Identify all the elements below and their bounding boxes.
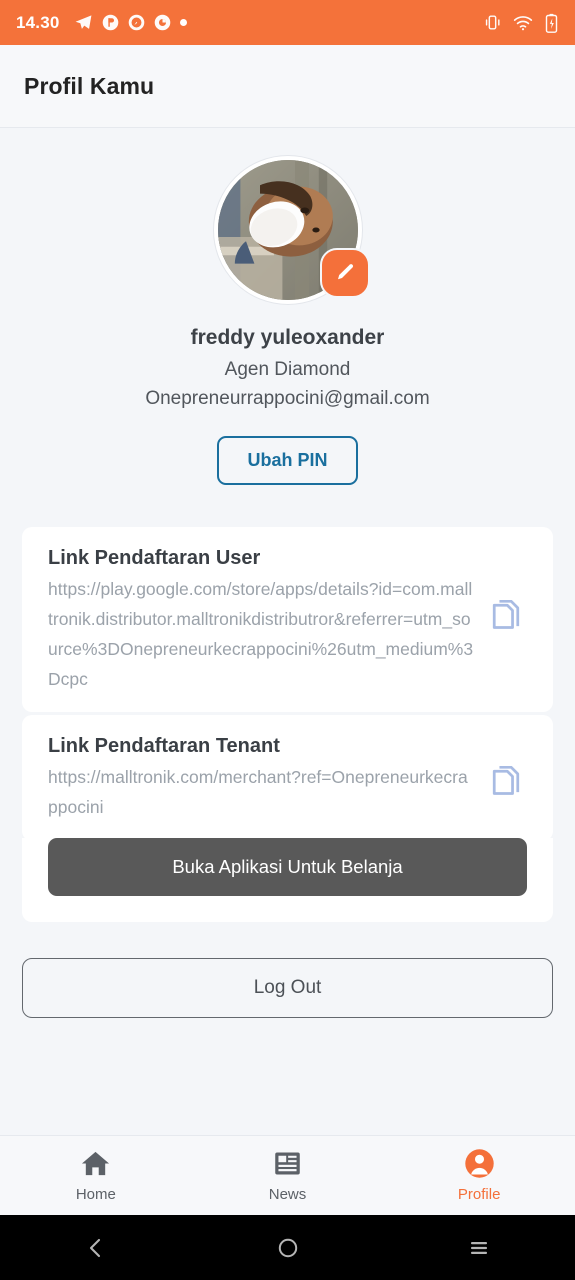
copy-icon [492,600,520,629]
profile-role: Agen Diamond [224,359,351,380]
recents-menu-icon [471,1241,488,1254]
vibrate-icon [483,13,502,32]
status-bar-notification-icons [74,13,483,32]
links-card-group: Link Pendaftaran User https://play.googl… [22,527,553,922]
home-icon [82,1151,110,1176]
profile-email: Onepreneurrappocini@gmail.com [145,388,430,409]
tenant-link-url: https://malltronik.com/merchant?ref=Onep… [48,767,468,818]
back-chevron-icon [89,1238,100,1257]
android-navigation-bar [0,1215,575,1280]
user-link-body: Link Pendaftaran User https://play.googl… [48,547,475,694]
nav-item-profile[interactable]: Profile [383,1148,575,1203]
nav-item-home[interactable]: Home [0,1148,192,1203]
nav-label-profile: Profile [457,1186,501,1203]
user-link-url: https://play.google.com/store/apps/detai… [48,579,474,690]
nav-label-news: News [268,1186,307,1203]
app-circle-icon-2 [128,14,145,31]
profile-icon [464,1149,494,1178]
user-registration-link-card: Link Pendaftaran User https://play.googl… [22,527,553,713]
battery-charging-icon [544,13,559,33]
tenant-link-title: Link Pendaftaran Tenant [48,735,280,758]
edit-avatar-button[interactable] [319,248,370,298]
notification-dot-icon [179,19,187,26]
wifi-icon [513,13,533,33]
home-circle-icon [278,1238,297,1257]
profile-name: freddy yuleoxander [190,326,385,349]
copy-tenant-link-button[interactable] [485,757,527,809]
status-bar: 14.30 [0,0,575,45]
android-recents-button[interactable] [383,1236,575,1260]
copy-icon [492,766,520,796]
tenant-registration-link-card: Link Pendaftaran Tenant https://malltron… [22,715,553,841]
app-header: Profil Kamu [0,45,575,128]
avatar-wrapper [213,156,370,304]
nav-item-news[interactable]: News [192,1148,384,1203]
app-circle-icon-1 [102,14,119,31]
bottom-navigation-bar: Home News Profile [0,1135,575,1215]
open-shopping-app-button[interactable]: Buka Aplikasi Untuk Belanja [48,837,527,896]
news-icon [275,1152,300,1175]
profile-content-scroll[interactable]: freddy yuleoxander Agen Diamond Oneprene… [0,128,575,1135]
profile-section: freddy yuleoxander Agen Diamond Oneprene… [0,128,575,485]
telegram-icon [74,13,93,32]
logout-button[interactable]: Log Out [22,957,553,1018]
page-title: Profil Kamu [24,72,155,99]
pencil-icon [337,264,353,280]
shop-button-container: Buka Aplikasi Untuk Belanja [22,837,553,922]
android-back-button[interactable] [0,1236,192,1260]
app-circle-icon-3 [154,14,171,31]
tenant-link-body: Link Pendaftaran Tenant https://malltron… [48,735,475,822]
change-pin-button[interactable]: Ubah PIN [217,436,358,485]
nav-label-home: Home [75,1186,116,1203]
copy-user-link-button[interactable] [485,591,527,643]
status-bar-time: 14.30 [16,12,60,32]
status-bar-system-icons [483,13,559,33]
android-home-button[interactable] [192,1236,384,1260]
user-link-title: Link Pendaftaran User [48,547,261,569]
